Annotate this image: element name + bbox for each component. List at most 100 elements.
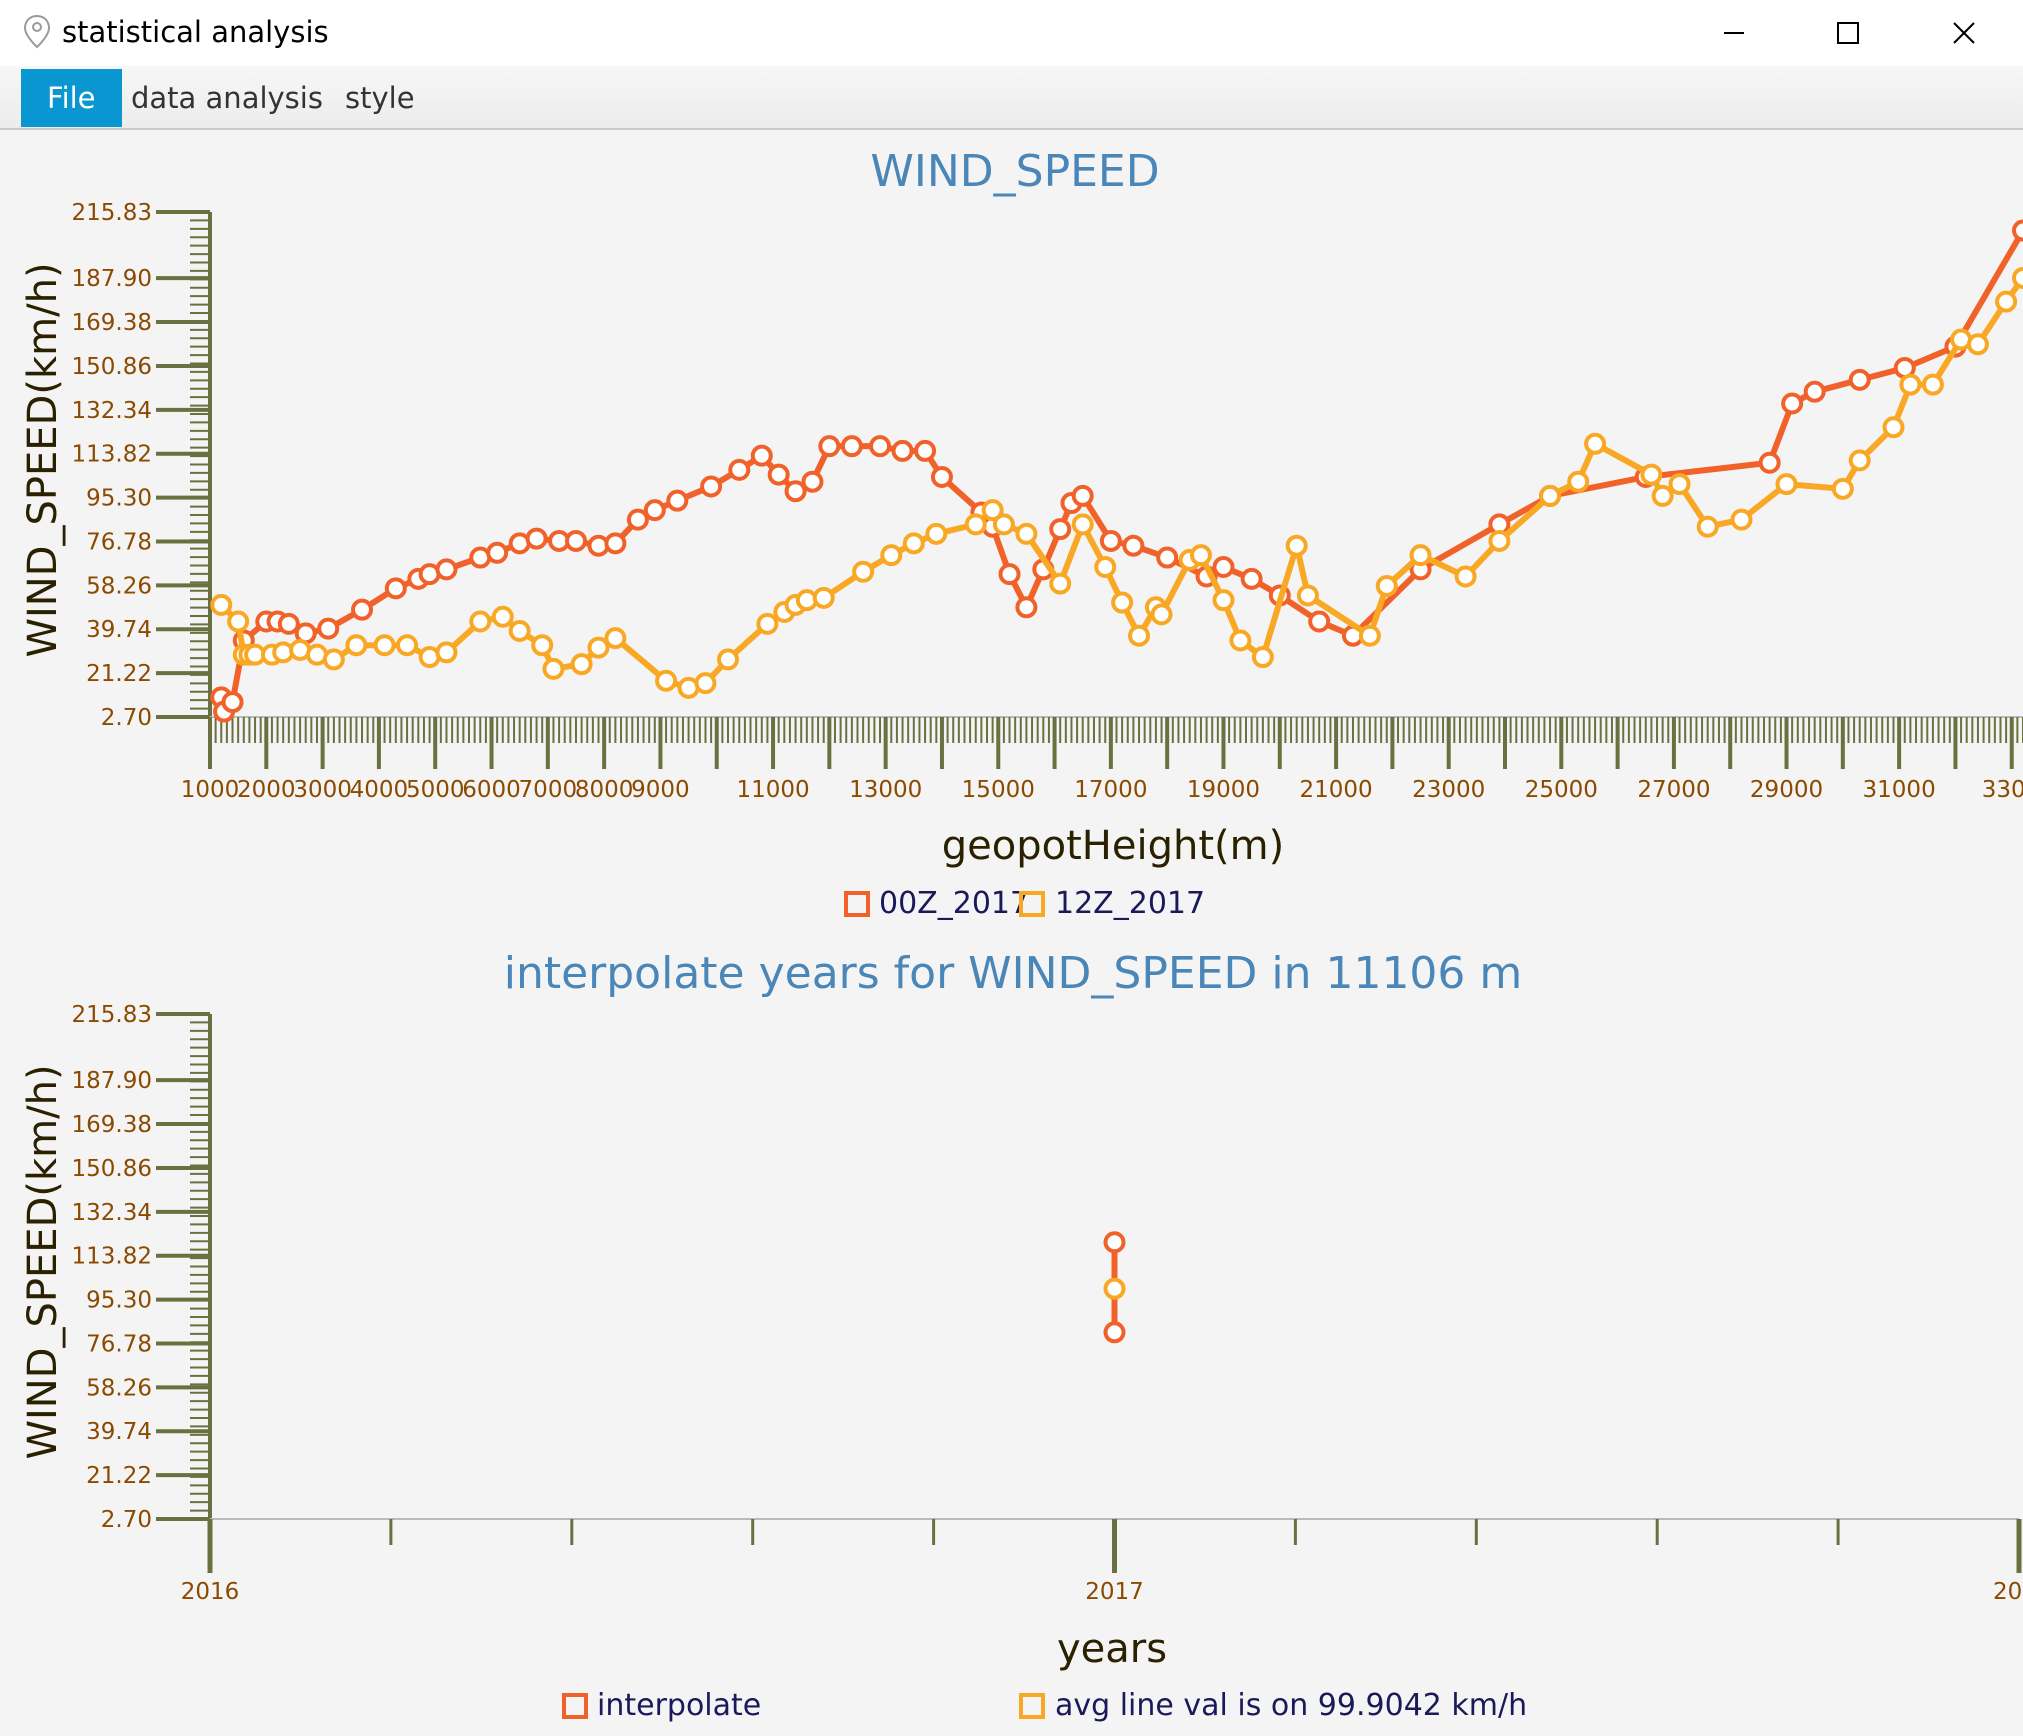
y-axis-label: WIND_SPEED(km/h) [20, 262, 66, 657]
data-point [1296, 584, 1319, 607]
menu-data-analysis[interactable]: data analysis [105, 69, 349, 127]
data-point [435, 641, 458, 664]
data-point [1651, 484, 1674, 507]
data-point [1921, 373, 1944, 396]
y-tick-label: 95.30 [86, 1288, 152, 1314]
window-title: statistical analysis [62, 15, 329, 49]
data-point [604, 532, 627, 555]
x-tick-label: 7000 [519, 777, 578, 803]
data-point [643, 499, 666, 522]
data-point [2012, 266, 2023, 289]
close-icon [1953, 22, 1975, 44]
data-point [998, 563, 1021, 586]
data-point [750, 444, 773, 467]
data-point [210, 593, 233, 616]
data-point [700, 475, 723, 498]
chart-title: interpolate years for WIND_SPEED in 1110… [504, 948, 1523, 999]
x-tick-label: 8000 [575, 777, 634, 803]
y-tick-label: 39.74 [86, 1419, 152, 1445]
y-tick-label: 215.83 [72, 200, 152, 226]
y-tick-label: 76.78 [86, 529, 152, 555]
data-point [1189, 544, 1212, 567]
close-button[interactable] [1914, 8, 2014, 58]
data-point [930, 465, 953, 488]
x-tick-label: 27000 [1637, 777, 1710, 803]
x-tick-label: 2017 [1085, 1579, 1144, 1605]
plot-area [1103, 1231, 1126, 1344]
data-point [694, 672, 717, 695]
x-tick-label: 3000 [293, 777, 352, 803]
minimize-button[interactable] [1684, 8, 1784, 58]
y-tick-label: 58.26 [86, 573, 152, 599]
menu-style[interactable]: style [319, 69, 441, 127]
x-tick-label: 2016 [181, 1579, 240, 1605]
x-tick-label: 23000 [1412, 777, 1485, 803]
axes: 215.83 187.90 169.38 150.86 132.34 113.82 95.3… [72, 1002, 2023, 1605]
y-tick-label: 215.83 [72, 1002, 152, 1028]
x-tick-label: 25000 [1525, 777, 1598, 803]
data-point [491, 605, 514, 628]
data-point [570, 653, 593, 676]
data-point [317, 617, 340, 640]
data-point [1103, 1321, 1126, 1344]
data-point [1122, 534, 1145, 557]
data-point [1111, 591, 1134, 614]
data-point [655, 669, 678, 692]
data-point [812, 586, 835, 609]
y-tick-label: 21.22 [86, 1463, 152, 1489]
y-axis-label: WIND_SPEED(km/h) [20, 1064, 66, 1459]
legend-swatch-avg [1019, 1693, 1045, 1719]
y-tick-label: 113.82 [72, 1244, 152, 1270]
x-tick-label: 13000 [849, 777, 922, 803]
y-tick-label: 2.70 [101, 1507, 152, 1533]
data-point [840, 435, 863, 458]
data-point [1015, 596, 1038, 619]
y-tick-label: 150.86 [72, 354, 152, 380]
y-tick-label: 95.30 [86, 486, 152, 512]
data-point [891, 439, 914, 462]
data-point [1781, 392, 1804, 415]
data-point [1775, 473, 1798, 496]
title-bar[interactable]: statistical analysis [0, 0, 2023, 66]
data-point [1567, 470, 1590, 493]
maximize-button[interactable] [1798, 8, 1898, 58]
data-point [277, 612, 300, 635]
data-point [1488, 529, 1511, 552]
data-point [469, 610, 492, 633]
data-point [1899, 373, 1922, 396]
data-point [435, 558, 458, 581]
data-point [1094, 556, 1117, 579]
series-line-0 [218, 229, 2023, 715]
data-point [964, 513, 987, 536]
app-window: statistical analysis File data analysis … [0, 0, 2023, 1736]
data-point [345, 634, 368, 657]
legend: 00Z_2017 12Z_2017 [844, 886, 1205, 921]
data-point [1995, 290, 2018, 313]
data-point [525, 527, 548, 550]
y-tick-label: 187.90 [72, 1068, 152, 1094]
data-point [1454, 565, 1477, 588]
data-point [1668, 473, 1691, 496]
data-point [717, 648, 739, 671]
data-point [1848, 368, 1871, 391]
data-point [1640, 463, 1663, 486]
minimize-icon [1724, 32, 1744, 34]
data-point [604, 627, 627, 650]
chart-interpolate-years: interpolate years for WIND_SPEED in 1110… [20, 948, 2022, 1723]
data-point [351, 598, 374, 621]
axes: 215.83 187.90 169.38 150.86 132.34 113.82 95.3… [72, 200, 2023, 803]
data-point [728, 458, 751, 481]
data-point [1071, 513, 1094, 536]
data-point [373, 634, 396, 657]
data-point [1758, 451, 1781, 474]
data-point [1584, 432, 1607, 455]
data-point [784, 480, 807, 503]
data-point [542, 657, 565, 680]
x-tick-label: 19000 [1187, 777, 1260, 803]
chart-area: WIND_SPEED WIND_SPEED(km/h) geopotHeight… [20, 146, 2023, 1723]
data-point [1049, 518, 1072, 541]
data-point [384, 577, 407, 600]
data-point [1156, 546, 1179, 569]
data-point [508, 619, 531, 642]
data-point [1696, 515, 1719, 538]
